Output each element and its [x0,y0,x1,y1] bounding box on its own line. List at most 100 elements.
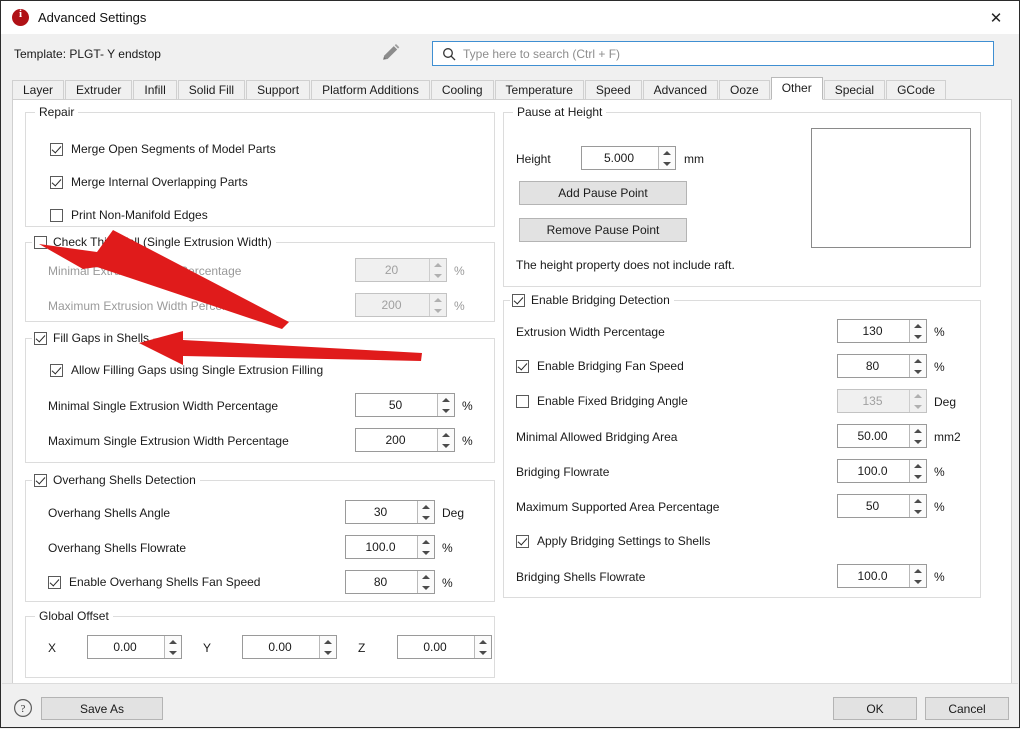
checkbox-enable-fixed-bridging-angle[interactable]: Enable Fixed Bridging Angle [516,394,688,408]
tab-layer[interactable]: Layer [12,80,65,100]
spinner-buttons[interactable] [429,259,446,281]
save-as-button[interactable]: Save As [41,697,163,720]
spinner-up-icon[interactable] [418,536,434,547]
tab-cooling[interactable]: Cooling [430,80,494,100]
spinner-buttons[interactable] [909,460,926,482]
tab-temperature[interactable]: Temperature [494,80,584,100]
spinner-maximum-single-extrusion-width-percentage[interactable]: 200 [355,428,455,452]
spinner-up-icon[interactable] [910,355,926,366]
tab-other[interactable]: Other [770,77,823,100]
spinner-buttons[interactable] [437,394,454,416]
checkbox-allow-filling-gaps-single-extrusion[interactable]: Allow Filling Gaps using Single Extrusio… [50,363,323,377]
spinner-up-icon[interactable] [418,501,434,512]
spinner-down-icon[interactable] [910,436,926,447]
add-pause-point-button[interactable]: Add Pause Point [519,181,687,205]
spinner-buttons[interactable] [909,565,926,587]
ok-button[interactable]: OK [833,697,917,720]
spinner-up-icon[interactable] [430,294,446,305]
tab-extruder[interactable]: Extruder [65,80,133,100]
spinner-buttons[interactable] [319,636,336,658]
spinner-bridging-flowrate[interactable]: 100.0 [837,459,927,483]
pencil-icon[interactable] [379,42,401,67]
checkbox-enable-bridging-fan-speed[interactable]: Enable Bridging Fan Speed [516,359,684,373]
spinner-up-icon[interactable] [165,636,181,647]
spinner-overhang-shells-angle[interactable]: 30 [345,500,435,524]
checkbox-apply-bridging-settings-to-shells[interactable]: Apply Bridging Settings to Shells [516,534,710,548]
spinner-offset-x[interactable]: 0.00 [87,635,182,659]
spinner-buttons[interactable] [417,571,434,593]
spinner-minimal-single-extrusion-width-percentage[interactable]: 50 [355,393,455,417]
spinner-overhang-shells-fan-speed[interactable]: 80 [345,570,435,594]
search-box[interactable] [432,41,994,66]
spinner-maximum-extrusion-width-percentage[interactable]: 200 [355,293,447,317]
spinner-up-icon[interactable] [659,147,675,158]
spinner-overhang-shells-flowrate[interactable]: 100.0 [345,535,435,559]
spinner-bridging-fan-speed[interactable]: 80 [837,354,927,378]
spinner-buttons[interactable] [417,536,434,558]
pause-points-list[interactable] [811,128,971,248]
spinner-buttons[interactable] [658,147,675,169]
spinner-buttons[interactable] [474,636,491,658]
spinner-offset-y[interactable]: 0.00 [242,635,337,659]
spinner-buttons[interactable] [909,390,926,412]
checkbox-overhang-shells-detection[interactable]: Overhang Shells Detection [32,473,200,487]
checkbox-merge-open-segments[interactable]: Merge Open Segments of Model Parts [50,142,276,156]
spinner-up-icon[interactable] [438,394,454,405]
spinner-down-icon[interactable] [910,366,926,377]
spinner-down-icon[interactable] [910,576,926,587]
tab-special[interactable]: Special [823,80,886,100]
spinner-up-icon[interactable] [430,259,446,270]
question-mark-icon[interactable]: ? [13,698,33,721]
spinner-bridging-shells-flowrate[interactable]: 100.0 [837,564,927,588]
spinner-up-icon[interactable] [910,390,926,401]
spinner-down-icon[interactable] [910,331,926,342]
spinner-down-icon[interactable] [430,270,446,281]
spinner-offset-z[interactable]: 0.00 [397,635,492,659]
spinner-buttons[interactable] [909,495,926,517]
checkbox-print-non-manifold-edges[interactable]: Print Non-Manifold Edges [50,208,208,222]
spinner-buttons[interactable] [909,425,926,447]
spinner-buttons[interactable] [909,320,926,342]
tab-platform-additions[interactable]: Platform Additions [311,80,430,100]
spinner-down-icon[interactable] [910,506,926,517]
spinner-down-icon[interactable] [430,305,446,316]
spinner-up-icon[interactable] [910,425,926,436]
spinner-pause-height[interactable]: 5.000 [581,146,676,170]
tab-infill[interactable]: Infill [133,80,177,100]
spinner-up-icon[interactable] [910,460,926,471]
spinner-extrusion-width-percentage[interactable]: 130 [837,319,927,343]
tab-gcode[interactable]: GCode [886,80,947,100]
spinner-up-icon[interactable] [475,636,491,647]
tab-solid-fill[interactable]: Solid Fill [177,80,246,100]
spinner-down-icon[interactable] [475,647,491,658]
spinner-down-icon[interactable] [320,647,336,658]
spinner-up-icon[interactable] [438,429,454,440]
spinner-up-icon[interactable] [418,571,434,582]
checkbox-enable-bridging-detection[interactable]: Enable Bridging Detection [510,293,674,307]
tab-advanced[interactable]: Advanced [642,80,718,100]
spinner-down-icon[interactable] [438,440,454,451]
spinner-down-icon[interactable] [165,647,181,658]
tab-support[interactable]: Support [246,80,311,100]
checkbox-check-thin-wall[interactable]: Check Thin Wall (Single Extrusion Width) [32,235,276,249]
spinner-buttons[interactable] [164,636,181,658]
spinner-down-icon[interactable] [438,405,454,416]
spinner-maximum-supported-area-percentage[interactable]: 50 [837,494,927,518]
remove-pause-point-button[interactable]: Remove Pause Point [519,218,687,242]
spinner-down-icon[interactable] [659,158,675,169]
spinner-minimal-allowed-bridging-area[interactable]: 50.00 [837,424,927,448]
spinner-buttons[interactable] [437,429,454,451]
cancel-button[interactable]: Cancel [925,697,1009,720]
spinner-fixed-bridging-angle[interactable]: 135 [837,389,927,413]
spinner-down-icon[interactable] [910,471,926,482]
spinner-up-icon[interactable] [320,636,336,647]
search-input[interactable] [463,46,963,61]
checkbox-enable-overhang-shells-fan-speed[interactable]: Enable Overhang Shells Fan Speed [48,575,260,589]
spinner-down-icon[interactable] [418,547,434,558]
spinner-down-icon[interactable] [910,401,926,412]
tab-speed[interactable]: Speed [584,80,642,100]
spinner-down-icon[interactable] [418,582,434,593]
spinner-up-icon[interactable] [910,320,926,331]
checkbox-merge-internal-overlapping[interactable]: Merge Internal Overlapping Parts [50,175,248,189]
spinner-down-icon[interactable] [418,512,434,523]
